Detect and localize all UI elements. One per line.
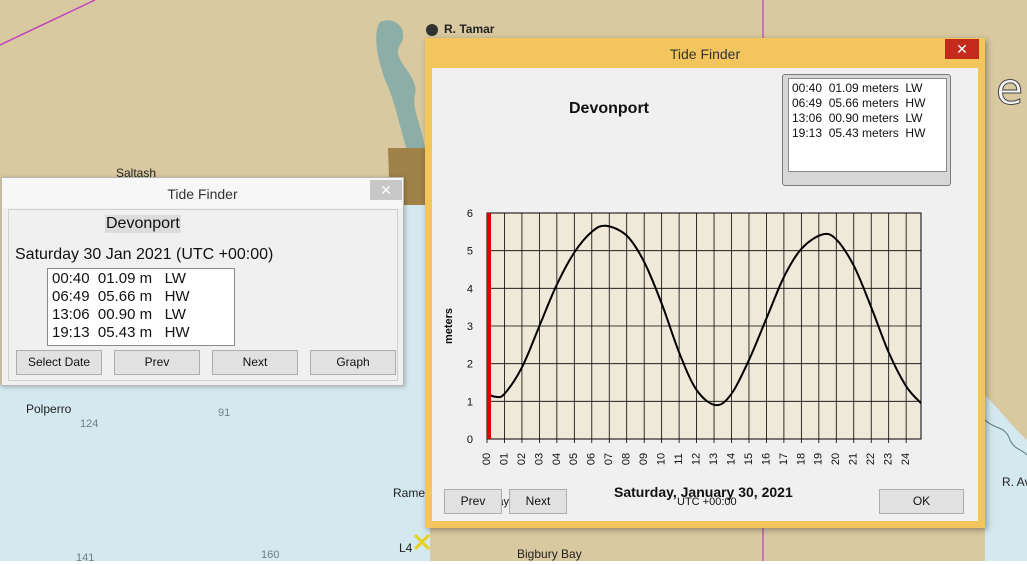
x-tick-label: 18 [795, 453, 807, 465]
x-tick-label: 11 [673, 453, 685, 464]
x-tick-label: 00 [481, 453, 493, 465]
y-tick-label: 0 [467, 434, 473, 446]
next-button[interactable]: Next [509, 489, 567, 514]
list-item[interactable]: 13:06 00.90 m LW [52, 306, 186, 323]
x-tick-label: 03 [533, 453, 545, 465]
map-label-tamar: R. Tamar [444, 22, 495, 36]
x-tick-label: 10 [656, 453, 668, 465]
tide-date: Saturday 30 Jan 2021 (UTC +00:00) [15, 246, 274, 263]
next-button[interactable]: Next [212, 350, 298, 375]
x-tick-label: 09 [638, 453, 650, 465]
y-tick-label: 6 [467, 208, 473, 220]
y-axis-label: meters [443, 308, 455, 344]
depth-sounding: 141 [76, 552, 95, 564]
x-tick-label: 01 [498, 453, 510, 465]
y-tick-label: 5 [467, 246, 473, 258]
x-tick-label: 13 [708, 453, 720, 465]
map-large-label: e [995, 64, 1024, 116]
prev-button[interactable]: Prev [114, 350, 200, 375]
x-tick-label: 14 [725, 453, 737, 465]
tide-graph: 0123456 00 01 02 03 04 05 06 07 08 09 10 11 12 13 14 15… [443, 208, 922, 508]
map-label-r-avon: R. Av [1002, 475, 1027, 489]
depth-sounding: 160 [261, 549, 280, 561]
select-date-button[interactable]: Select Date [16, 350, 102, 375]
x-tick-label: 22 [865, 453, 877, 465]
prev-button[interactable]: Prev [444, 489, 502, 514]
tide-list[interactable]: 00:40 01.09 m LW 06:49 05.66 m HW 13:06 … [47, 268, 235, 346]
tide-finder-small-window: Tide Finder ✕ Devonport Saturday 30 Jan … [1, 177, 404, 386]
tide-finder-graph-window: Tide Finder ✕ Devonport 00:40 01.09 mete… [425, 38, 985, 528]
x-tick-label: 16 [760, 453, 772, 465]
x-tick-label: 21 [848, 453, 860, 465]
x-tick-label: 17 [778, 453, 790, 465]
x-tick-label: 19 [813, 453, 825, 465]
graph-panel: Devonport 00:40 01.09 meters LW 06:49 05… [432, 68, 978, 521]
x-tick-label: 06 [586, 453, 598, 465]
x-tick-label: 04 [551, 453, 563, 465]
close-button[interactable]: ✕ [370, 180, 402, 200]
window-title: Tide Finder [669, 46, 741, 62]
x-tick-label: 07 [603, 453, 615, 465]
depth-sounding: 124 [80, 418, 99, 430]
list-item[interactable]: 06:49 05.66 m HW [52, 288, 190, 305]
depth-sounding: 91 [218, 407, 231, 419]
list-item[interactable]: 00:40 01.09 m LW [52, 270, 186, 287]
x-tick-label: 05 [568, 453, 580, 465]
map-label-bigbury: Bigbury Bay [517, 547, 582, 561]
x-tick-label: 12 [690, 453, 702, 465]
ok-button[interactable]: OK [879, 489, 964, 514]
x-tick-label: 02 [516, 453, 528, 465]
x-tick-label: 20 [830, 453, 842, 465]
window-title: Tide Finder [167, 186, 238, 202]
tide-panel: Devonport Saturday 30 Jan 2021 (UTC +00:… [8, 209, 398, 381]
y-tick-label: 3 [467, 321, 473, 333]
graph-date: Saturday, January 30, 2021 [614, 484, 793, 500]
y-tick-label: 2 [467, 359, 473, 371]
x-tick-label: 15 [743, 453, 755, 465]
map-label-rame: Rame [393, 486, 426, 500]
y-tick-label: 1 [467, 396, 473, 408]
map-label-l4: L4 [399, 541, 413, 555]
x-tick-label: 08 [621, 453, 633, 465]
station-name: Devonport [105, 215, 181, 233]
graph-button[interactable]: Graph [310, 350, 396, 375]
list-item[interactable]: 19:13 05.43 m HW [52, 324, 190, 341]
y-tick-label: 4 [467, 283, 473, 295]
close-button[interactable]: ✕ [945, 39, 979, 59]
map-label-polperro: Polperro [26, 402, 72, 416]
lighthouse-icon [426, 24, 438, 36]
title-bar[interactable]: Tide Finder ✕ [2, 178, 403, 208]
x-tick-label: 24 [900, 453, 912, 465]
x-tick-label: 23 [883, 453, 895, 465]
